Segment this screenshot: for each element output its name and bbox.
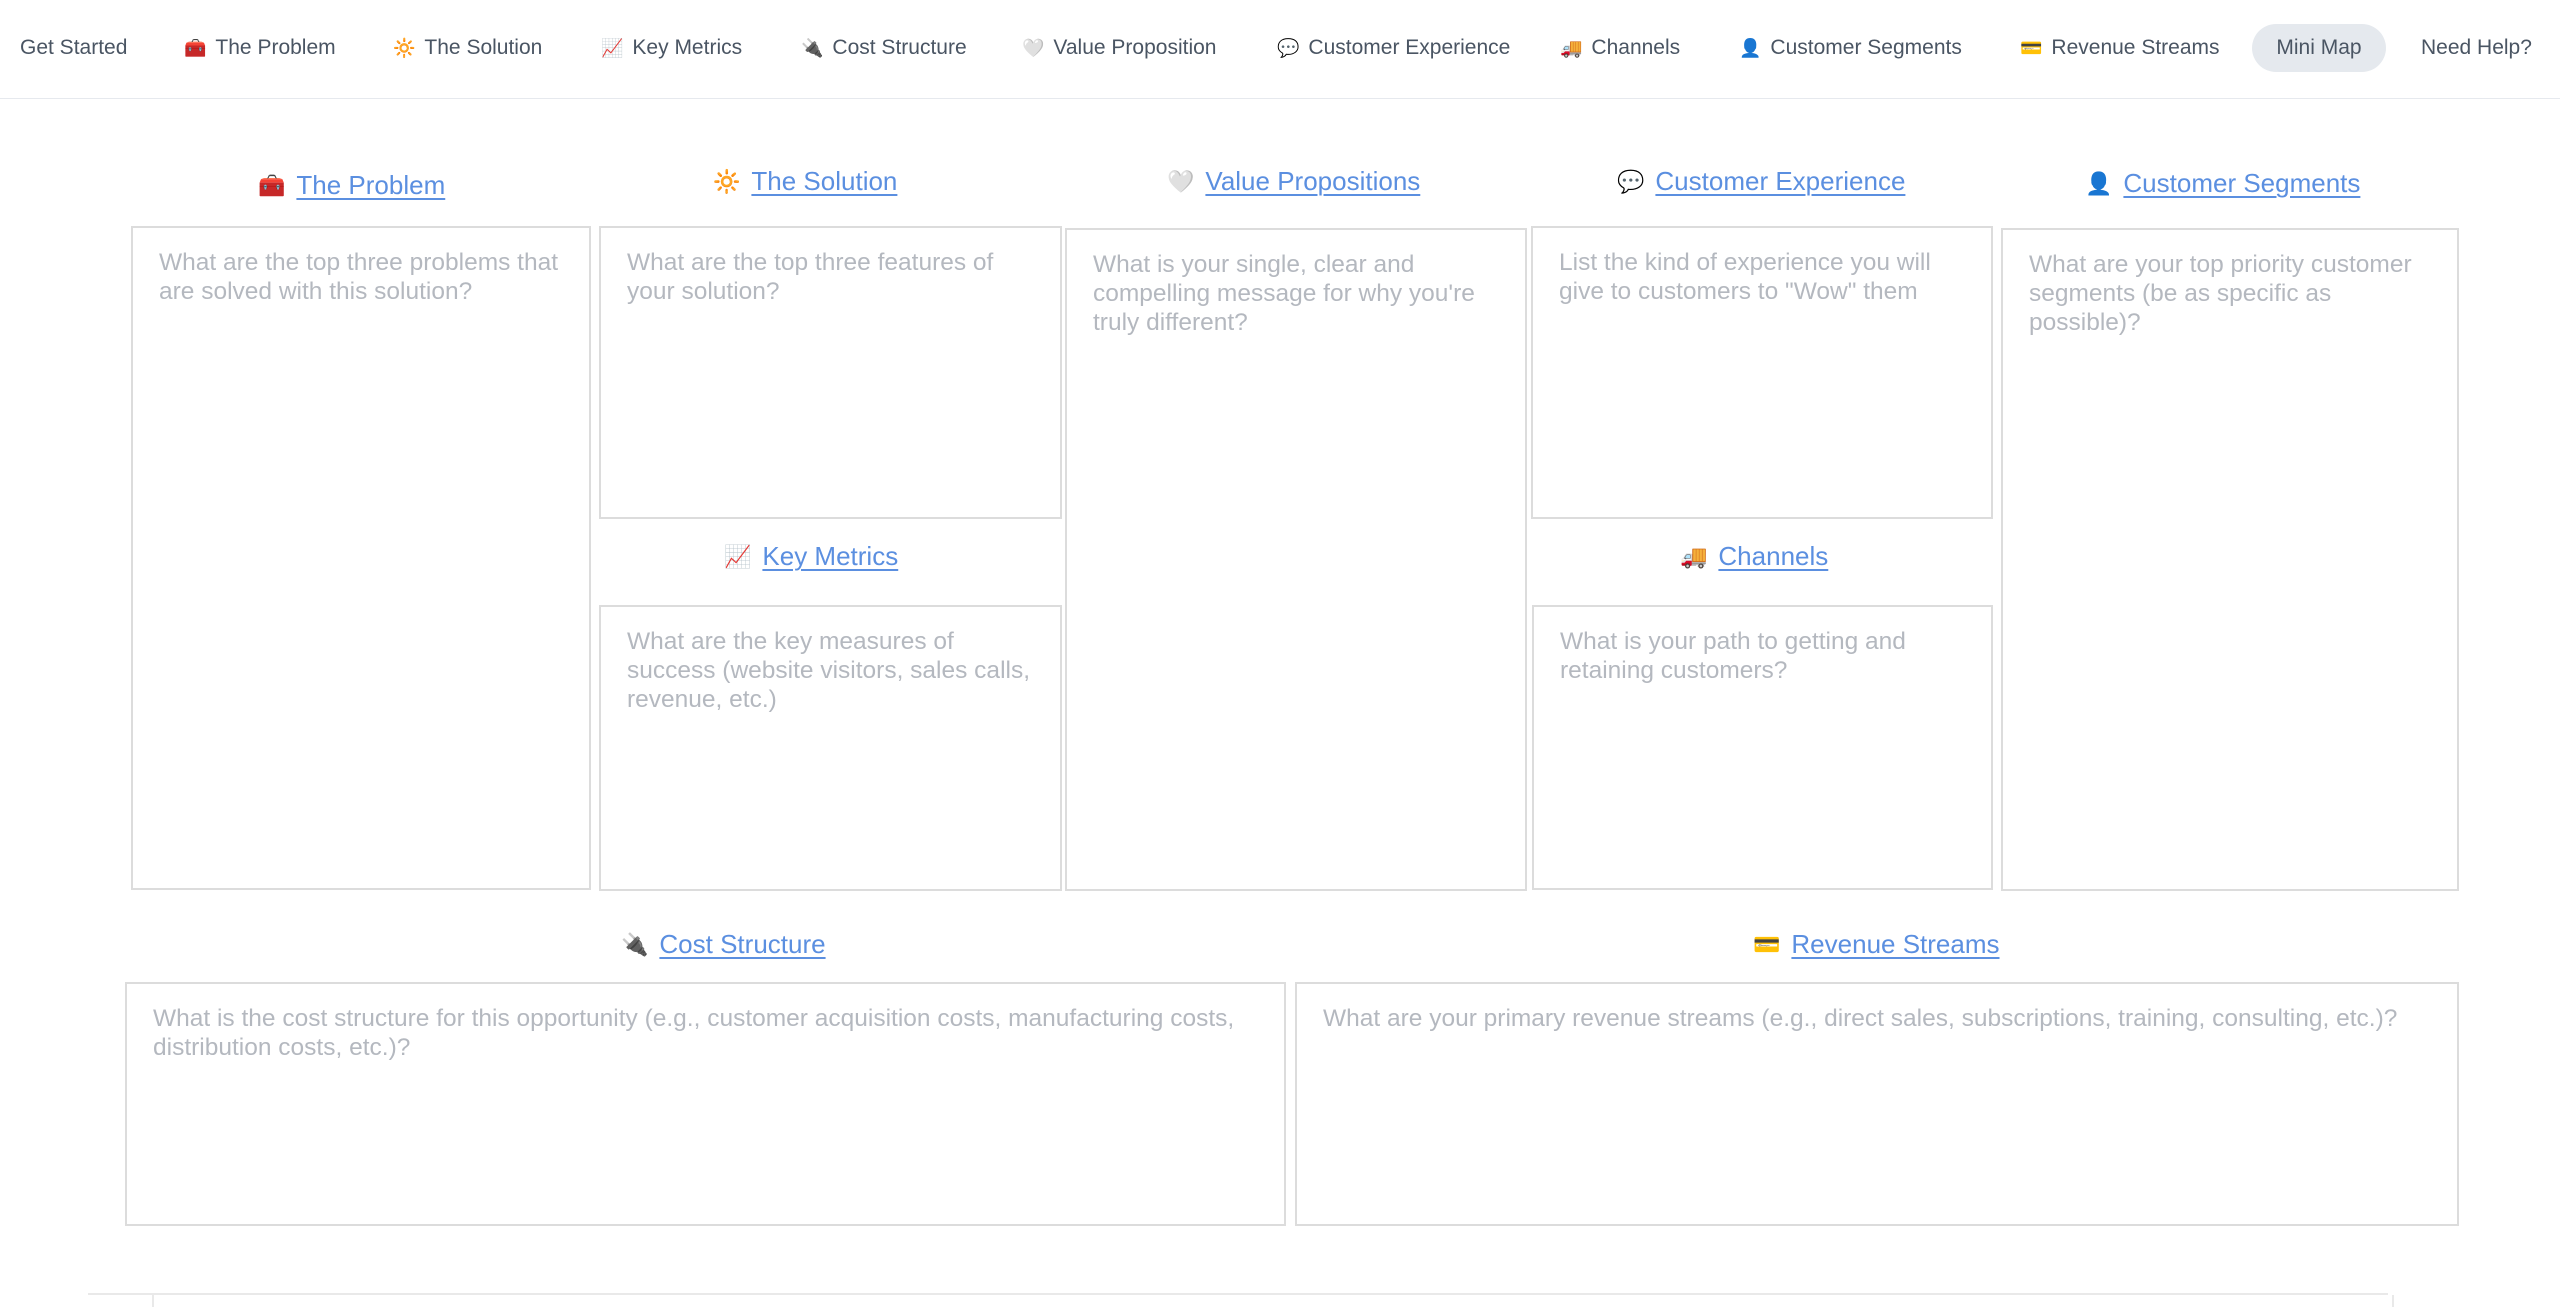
nav-item-label: Key Metrics [632,36,743,59]
heading-customer-segments-link[interactable]: Customer Segments [2123,168,2360,199]
plug-icon: 🔌 [801,38,824,58]
nav-item-the-solution[interactable]: 🔆 The Solution [393,30,542,66]
heading-key-metrics-link[interactable]: Key Metrics [762,541,898,572]
heading-cost-structure-link[interactable]: Cost Structure [659,929,825,960]
heading-customer-experience-link[interactable]: Customer Experience [1655,166,1905,197]
sun-icon: 🔆 [713,168,741,194]
plug-icon: 🔌 [621,931,649,957]
nav-item-the-problem[interactable]: 🧰 The Problem [184,30,336,66]
toolbox-icon: 🧰 [258,172,286,198]
nav-get-started-label: Get Started [20,36,128,59]
heart-icon: 🤍 [1167,168,1195,194]
customer-segments-textarea[interactable]: What are your top priority customer segm… [2001,228,2459,891]
nav-item-revenue-streams[interactable]: 💳 Revenue Streams [2020,30,2220,66]
mini-map-button[interactable]: Mini Map [2252,24,2386,72]
problem-textarea[interactable]: What are the top three problems that are… [131,226,591,890]
channels-textarea[interactable]: What is your path to getting and retaini… [1532,605,1993,890]
toolbox-icon: 🧰 [184,38,207,58]
nav-item-label: Customer Experience [1308,36,1511,59]
truck-icon: 🚚 [1560,38,1583,58]
solution-textarea[interactable]: What are the top three features of your … [599,226,1062,519]
nav-item-label: Revenue Streams [2051,36,2220,59]
heading-customer-experience: 💬 Customer Experience [1617,166,1905,197]
heading-channels: 🚚 Channels [1680,541,1828,572]
heading-the-solution: 🔆 The Solution [713,166,897,197]
heading-cost-structure: 🔌 Cost Structure [621,929,826,960]
credit-card-icon: 💳 [2020,38,2043,58]
footer-divider [88,1293,2388,1295]
nav-item-label: The Solution [424,36,543,59]
nav-item-label: Customer Segments [1770,36,1962,59]
credit-card-icon: 💳 [1753,931,1781,957]
heading-revenue-streams: 💳 Revenue Streams [1753,929,2000,960]
footer-divider-tick [152,1295,154,1307]
nav-item-cost-structure[interactable]: 🔌 Cost Structure [801,30,967,66]
user-icon: 👤 [2085,170,2113,196]
nav-item-value-proposition[interactable]: 🤍 Value Proposition [1022,30,1216,66]
chart-increasing-icon: 📈 [724,543,752,569]
need-help-link[interactable]: Need Help? [2421,30,2532,66]
need-help-label: Need Help? [2421,36,2532,59]
chart-increasing-icon: 📈 [601,38,624,58]
heading-channels-link[interactable]: Channels [1718,541,1828,572]
heading-value-propositions: 🤍 Value Propositions [1167,166,1420,197]
heading-the-problem: 🧰 The Problem [258,170,445,201]
nav-item-label: Cost Structure [832,36,967,59]
nav-item-key-metrics[interactable]: 📈 Key Metrics [601,30,742,66]
heading-revenue-streams-link[interactable]: Revenue Streams [1791,929,1999,960]
revenue-streams-textarea[interactable]: What are your primary revenue streams (e… [1295,982,2459,1226]
nav-item-label: Channels [1591,36,1681,59]
footer-divider-tick [2392,1295,2394,1307]
nav-item-label: Value Proposition [1053,36,1217,59]
heading-the-solution-link[interactable]: The Solution [751,166,897,197]
nav-item-channels[interactable]: 🚚 Channels [1560,30,1680,66]
heading-key-metrics: 📈 Key Metrics [724,541,898,572]
nav-item-customer-experience[interactable]: 💬 Customer Experience [1277,30,1510,66]
heading-the-problem-link[interactable]: The Problem [296,170,445,201]
heading-value-propositions-link[interactable]: Value Propositions [1205,166,1420,197]
heading-customer-segments: 👤 Customer Segments [2085,168,2360,199]
nav-get-started[interactable]: Get Started [20,30,127,66]
speech-bubble-icon: 💬 [1277,38,1300,58]
nav-item-label: The Problem [215,36,336,59]
customer-experience-textarea[interactable]: List the kind of experience you will giv… [1531,226,1993,519]
sun-icon: 🔆 [393,38,416,58]
key-metrics-textarea[interactable]: What are the key measures of success (we… [599,605,1062,891]
cost-structure-textarea[interactable]: What is the cost structure for this oppo… [125,982,1286,1226]
truck-icon: 🚚 [1680,543,1708,569]
speech-bubble-icon: 💬 [1617,168,1645,194]
value-proposition-textarea[interactable]: What is your single, clear and compellin… [1065,228,1527,891]
nav-item-customer-segments[interactable]: 👤 Customer Segments [1739,30,1962,66]
user-icon: 👤 [1739,38,1762,58]
top-navigation: Get Started 🧰 The Problem 🔆 The Solution… [0,0,2560,99]
heart-icon: 🤍 [1022,38,1045,58]
